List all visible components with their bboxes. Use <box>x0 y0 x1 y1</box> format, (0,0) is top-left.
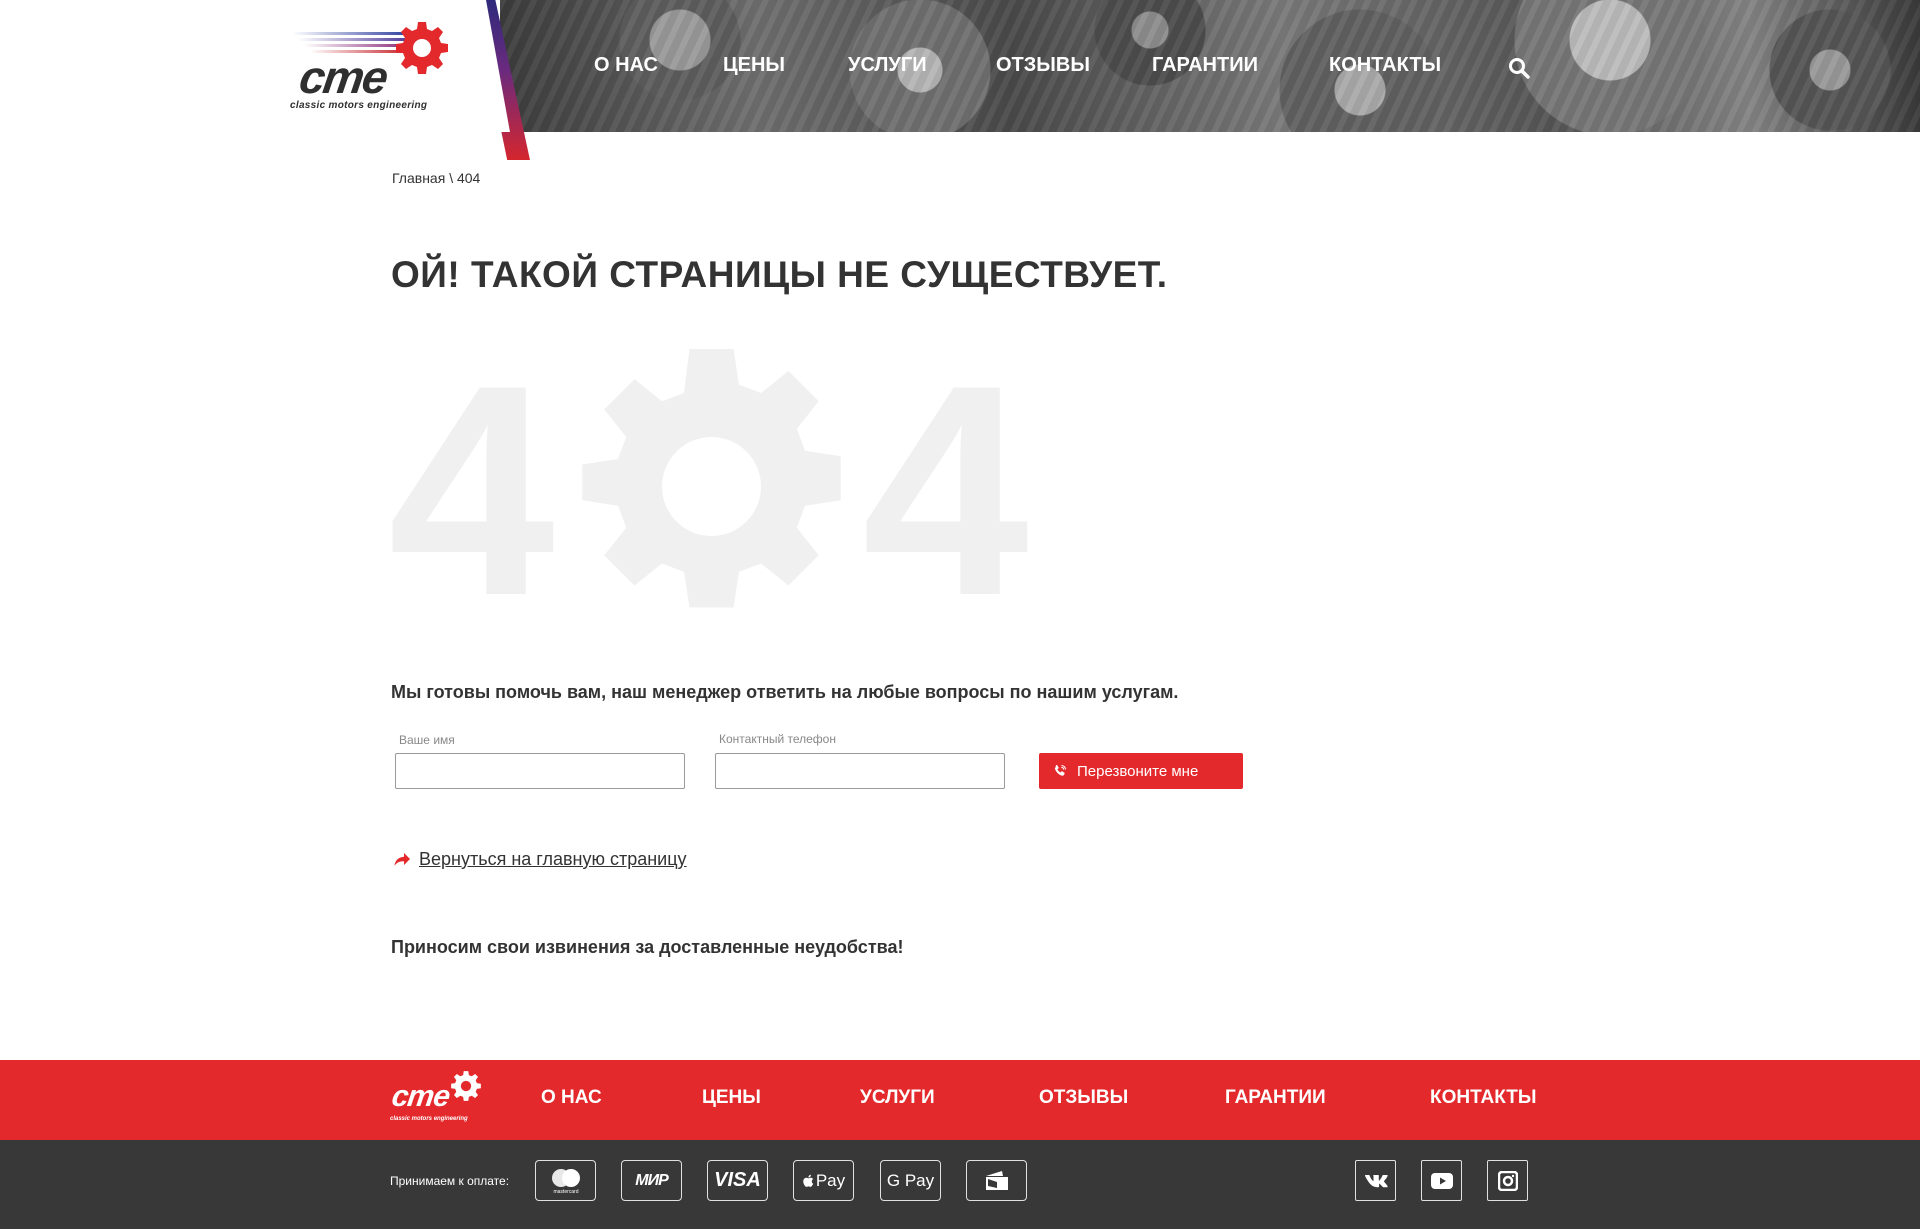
gear-icon <box>582 349 841 608</box>
page-title: ОЙ! ТАКОЙ СТРАНИЦЫ НЕ СУЩЕСТВУЕТ. <box>391 254 1168 295</box>
phone-icon <box>1054 764 1067 776</box>
visa-icon: VISA <box>707 1160 768 1201</box>
footer-logo-tagline: classic motors engineering <box>390 1116 468 1122</box>
footer-payments-bar: Принимаем к оплате: mastercard МИР VISA … <box>0 1140 1920 1229</box>
error-404-graphic: 4 4 <box>388 340 1038 640</box>
wallet-icon <box>966 1160 1027 1201</box>
wallet-glyph <box>985 1170 1008 1190</box>
nav-item-contacts[interactable]: КОНТАКТЫ <box>1329 54 1441 77</box>
gear-icon <box>396 22 448 74</box>
share-arrow-icon <box>394 852 410 866</box>
apple-icon <box>803 1174 814 1187</box>
instagram-glyph <box>1497 1170 1518 1191</box>
footer-nav-item-guarantees[interactable]: ГАРАНТИИ <box>1225 1087 1326 1109</box>
footer-nav-item-contacts[interactable]: КОНТАКТЫ <box>1430 1087 1537 1109</box>
apple-pay-label: Pay <box>815 1170 846 1190</box>
error-digit-left: 4 <box>388 322 555 658</box>
visa-label: VISA <box>714 1169 761 1191</box>
logo-wordmark: cme <box>296 51 390 103</box>
breadcrumb: Главная \ 404 <box>392 170 480 186</box>
back-home-link-text[interactable]: Вернуться на главную страницу <box>419 849 687 870</box>
callback-button-label: Перезвоните мне <box>1077 762 1199 780</box>
mastercard-icon: mastercard <box>535 1160 596 1201</box>
youtube-icon[interactable] <box>1421 1160 1462 1201</box>
vk-icon[interactable] <box>1355 1160 1396 1201</box>
vk-glyph <box>1364 1174 1388 1187</box>
footer-nav-bar: cme classic motors engineering О НАС ЦЕН… <box>0 1060 1920 1140</box>
name-field[interactable] <box>395 753 685 789</box>
nav-item-about[interactable]: О НАС <box>594 54 658 77</box>
callback-button[interactable]: Перезвоните мне <box>1039 753 1243 789</box>
breadcrumb-home[interactable]: Главная <box>392 170 445 186</box>
apology-text: Приносим свои извинения за доставленные … <box>391 937 904 957</box>
help-text: Мы готовы помочь вам, наш менеджер ответ… <box>391 682 1179 702</box>
phone-field-label: Контактный телефон <box>719 732 836 746</box>
youtube-glyph <box>1430 1172 1453 1189</box>
name-field-label: Ваше имя <box>399 733 455 747</box>
footer-nav-item-reviews[interactable]: ОТЗЫВЫ <box>1039 1087 1128 1109</box>
nav-item-prices[interactable]: ЦЕНЫ <box>723 54 785 77</box>
site-header: cme classic motors engineering О НАС ЦЕН… <box>0 0 1920 160</box>
nav-item-guarantees[interactable]: ГАРАНТИИ <box>1152 54 1258 77</box>
payment-label: Принимаем к оплате: <box>390 1174 510 1188</box>
logo[interactable]: cme classic motors engineering <box>290 20 450 115</box>
footer-logo-wordmark: cme <box>389 1080 452 1113</box>
breadcrumb-separator: \ <box>449 170 454 186</box>
phone-field[interactable] <box>715 753 1005 789</box>
google-pay-label: G Pay <box>886 1170 935 1190</box>
search-icon[interactable] <box>1508 57 1530 79</box>
footer-nav-item-about[interactable]: О НАС <box>541 1087 602 1109</box>
instagram-icon[interactable] <box>1487 1160 1528 1201</box>
mastercard-logo: mastercard <box>551 1168 580 1195</box>
footer-nav-item-services[interactable]: УСЛУГИ <box>860 1087 935 1109</box>
breadcrumb-current: 404 <box>456 170 481 186</box>
mir-label: МИР <box>635 1171 669 1189</box>
apple-pay-icon: Pay <box>793 1160 854 1201</box>
mir-icon: МИР <box>621 1160 682 1201</box>
nav-item-reviews[interactable]: ОТЗЫВЫ <box>996 54 1090 77</box>
footer-logo[interactable]: cme classic motors engineering <box>390 1070 482 1126</box>
back-home-link: Вернуться на главную страницу <box>393 849 687 870</box>
gear-icon <box>451 1071 481 1101</box>
error-digit-right: 4 <box>862 322 1029 658</box>
svg-text:mastercard: mastercard <box>553 1189 578 1195</box>
nav-item-services[interactable]: УСЛУГИ <box>848 54 927 77</box>
footer-nav-item-prices[interactable]: ЦЕНЫ <box>702 1087 761 1109</box>
google-pay-icon: G Pay <box>880 1160 941 1201</box>
logo-tagline: classic motors engineering <box>290 100 428 111</box>
